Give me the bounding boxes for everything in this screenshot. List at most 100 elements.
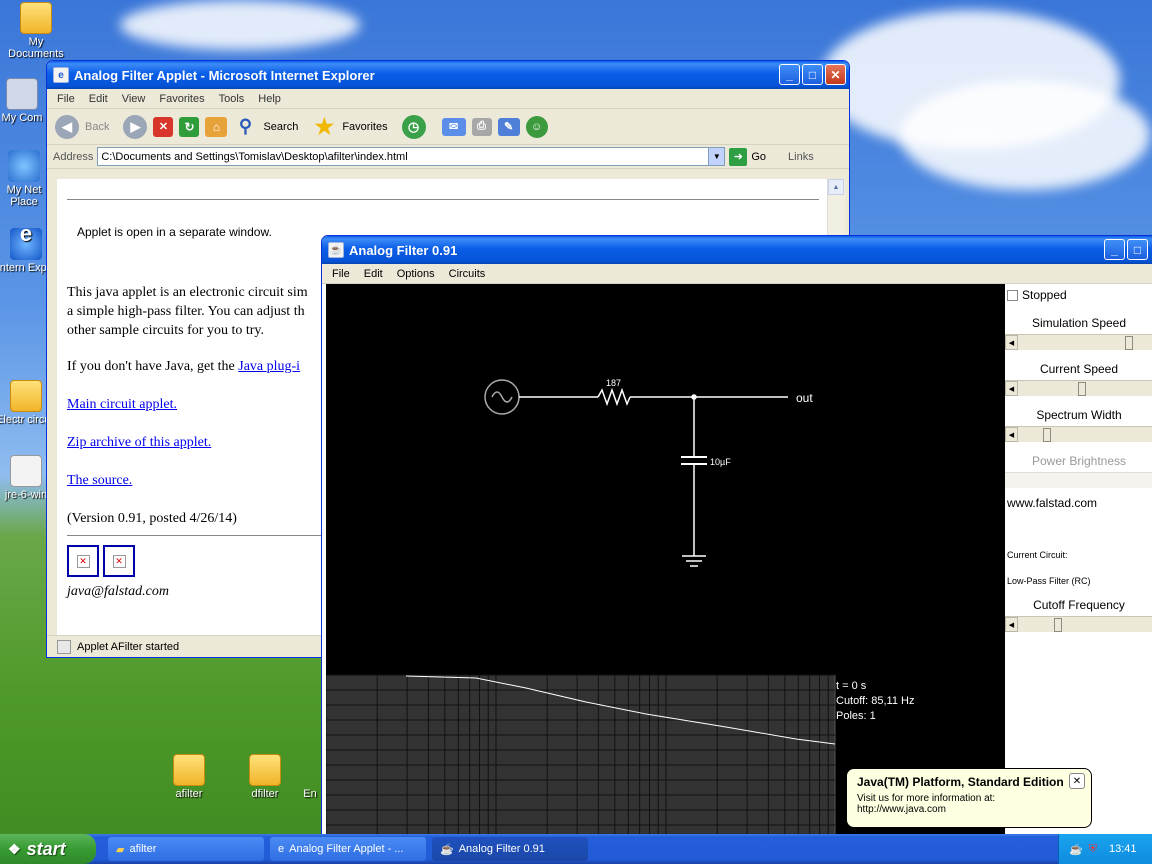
java-tray-icon[interactable]: ☕ xyxy=(1069,843,1083,856)
scroll-left-icon[interactable]: ◀ xyxy=(1005,617,1018,632)
refresh-icon[interactable]: ↻ xyxy=(179,116,200,137)
applet-menu-options[interactable]: Options xyxy=(397,268,435,280)
horizontal-rule xyxy=(67,199,819,200)
history-icon[interactable]: ◷ xyxy=(401,114,426,139)
go-button[interactable]: Go xyxy=(751,151,766,163)
applet-status-icon xyxy=(57,639,71,654)
java-plugin-link[interactable]: Java plug-i xyxy=(238,359,300,374)
menu-view[interactable]: View xyxy=(122,93,146,105)
sim-speed-label: Simulation Speed xyxy=(1031,316,1127,330)
scroll-left-icon[interactable]: ◀ xyxy=(1005,335,1018,350)
slider-thumb[interactable] xyxy=(1042,428,1051,442)
scroll-left-icon[interactable]: ◀ xyxy=(1005,381,1018,396)
mail-icon[interactable]: ✉ xyxy=(441,117,466,136)
applet-window[interactable]: ☕ Analog Filter 0.91 _ □ File Edit Optio… xyxy=(321,235,1152,845)
start-button[interactable]: ❖ start xyxy=(0,834,96,864)
java-cup-icon: ☕ xyxy=(328,242,344,258)
sim-speed-slider[interactable]: ◀ xyxy=(1005,334,1152,350)
applet-menu-file[interactable]: File xyxy=(332,268,350,280)
edit-icon[interactable]: ✎ xyxy=(497,117,520,136)
menu-help[interactable]: Help xyxy=(258,93,281,105)
security-shield-icon[interactable]: ⛨ xyxy=(1089,843,1097,856)
messenger-icon[interactable]: ☺ xyxy=(525,115,548,138)
stopped-checkbox[interactable] xyxy=(1007,289,1018,301)
current-circuit-name: Low-Pass Filter (RC) xyxy=(1007,576,1091,586)
back-arrow-icon[interactable]: ◀ xyxy=(55,114,79,139)
clock: 13:41 xyxy=(1108,843,1137,855)
scroll-left-icon[interactable]: ◀ xyxy=(1005,427,1018,442)
applet-menu-circuits[interactable]: Circuits xyxy=(449,268,486,280)
ie-menu-bar: File Edit View Favorites Tools Help xyxy=(47,89,849,109)
menu-file[interactable]: File xyxy=(57,93,75,105)
output-label: out xyxy=(796,391,813,405)
main-circuit-link[interactable]: Main circuit applet. xyxy=(67,397,177,413)
zip-archive-link[interactable]: Zip archive of this applet. xyxy=(67,435,211,451)
folder-icon xyxy=(249,754,281,786)
resistor-label: 187 xyxy=(606,378,621,388)
cutoff-frequency-slider[interactable]: ◀ xyxy=(1005,616,1152,632)
current-speed-slider[interactable]: ◀ xyxy=(1005,380,1152,396)
forward-arrow-icon[interactable]: ▶ xyxy=(123,114,148,139)
circuit-canvas[interactable]: 187 10µF out t = 0 s Cutoff: 85,11 Hz Po… xyxy=(326,284,1005,840)
chevron-down-icon[interactable]: ▼ xyxy=(708,148,725,165)
task-ie[interactable]: e Analog Filter Applet - ... xyxy=(270,837,426,861)
minimize-button[interactable]: _ xyxy=(1104,239,1125,260)
stop-icon[interactable]: ✕ xyxy=(153,116,174,137)
current-circuit-label: Current Circuit: xyxy=(1007,550,1068,560)
close-icon[interactable]: ✕ xyxy=(1069,773,1085,789)
folder-icon xyxy=(10,380,42,412)
slider-thumb[interactable] xyxy=(1078,382,1086,396)
task-applet[interactable]: ☕ Analog Filter 0.91 xyxy=(432,837,588,861)
java-cup-icon: ☕ xyxy=(440,843,454,856)
broken-image-icon: ✕ xyxy=(76,554,90,568)
links-button[interactable]: Links xyxy=(788,151,814,163)
print-icon[interactable]: ⎙ xyxy=(471,117,492,136)
folder-icon: ▰ xyxy=(116,843,125,856)
cutoff-frequency-label: Cutoff Frequency xyxy=(1033,598,1125,612)
maximize-button[interactable]: □ xyxy=(1127,239,1148,260)
star-icon[interactable]: ★ xyxy=(312,114,336,139)
folder-icon xyxy=(20,2,52,34)
home-icon[interactable]: ⌂ xyxy=(205,116,228,137)
slider-thumb[interactable] xyxy=(1054,618,1063,632)
back-button[interactable]: Back xyxy=(85,121,109,133)
applet-title-bar[interactable]: ☕ Analog Filter 0.91 _ □ xyxy=(322,236,1152,264)
applet-menu-edit[interactable]: Edit xyxy=(364,268,383,280)
ie-title-bar[interactable]: e Analog Filter Applet - Microsoft Inter… xyxy=(47,61,849,89)
balloon-text: Visit us for more information at: xyxy=(857,793,996,804)
ie-toolbar: ◀ Back ▶ ✕ ↻ ⌂ ⚲ Search ★ Favorites ◷ ✉ … xyxy=(47,109,849,145)
go-arrow-icon[interactable]: ➜ xyxy=(729,147,748,166)
broken-image-link[interactable]: ✕ xyxy=(103,545,135,577)
menu-edit[interactable]: Edit xyxy=(89,93,108,105)
time-readout: t = 0 s xyxy=(836,680,867,692)
desktop-icon-my-documents[interactable]: My Documents xyxy=(0,2,72,60)
capacitor-label: 10µF xyxy=(710,457,731,467)
scroll-up-icon[interactable]: ▲ xyxy=(828,179,844,195)
site-url: www.falstad.com xyxy=(1007,496,1098,510)
power-brightness-label: Power Brightness xyxy=(1031,454,1127,468)
close-button[interactable]: ✕ xyxy=(825,64,846,85)
broken-image-link[interactable]: ✕ xyxy=(67,545,99,577)
java-notification-balloon[interactable]: Java(TM) Platform, Standard Edition Visi… xyxy=(846,768,1092,828)
menu-favorites[interactable]: Favorites xyxy=(159,93,204,105)
source-link[interactable]: The source. xyxy=(67,473,132,489)
search-icon[interactable]: ⚲ xyxy=(233,115,257,139)
task-afilter[interactable]: ▰ afilter xyxy=(108,837,264,861)
applet-control-panel: Stopped Simulation Speed ◀ Current Speed… xyxy=(1005,284,1152,840)
address-input[interactable]: C:\Documents and Settings\Tomislav\Deskt… xyxy=(97,147,726,166)
favorites-button[interactable]: Favorites xyxy=(342,121,387,133)
applet-notice: Applet is open in a separate window. xyxy=(77,225,272,239)
maximize-button[interactable]: □ xyxy=(802,64,823,85)
spectrum-width-label: Spectrum Width xyxy=(1036,408,1122,422)
slider-thumb[interactable] xyxy=(1125,336,1134,350)
cloud xyxy=(900,80,1150,190)
version-text: (Version 0.91, posted 4/26/14) xyxy=(67,511,237,526)
search-button[interactable]: Search xyxy=(263,121,298,133)
applet-menu-bar: File Edit Options Circuits xyxy=(322,264,1152,284)
spectrum-width-slider[interactable]: ◀ xyxy=(1005,426,1152,442)
menu-tools[interactable]: Tools xyxy=(219,93,245,105)
minimize-button[interactable]: _ xyxy=(779,64,800,85)
stopped-checkbox-row[interactable]: Stopped xyxy=(1005,284,1152,306)
windows-logo-icon: ❖ xyxy=(8,840,21,857)
desktop-icon-afilter[interactable]: afilter xyxy=(153,754,225,800)
